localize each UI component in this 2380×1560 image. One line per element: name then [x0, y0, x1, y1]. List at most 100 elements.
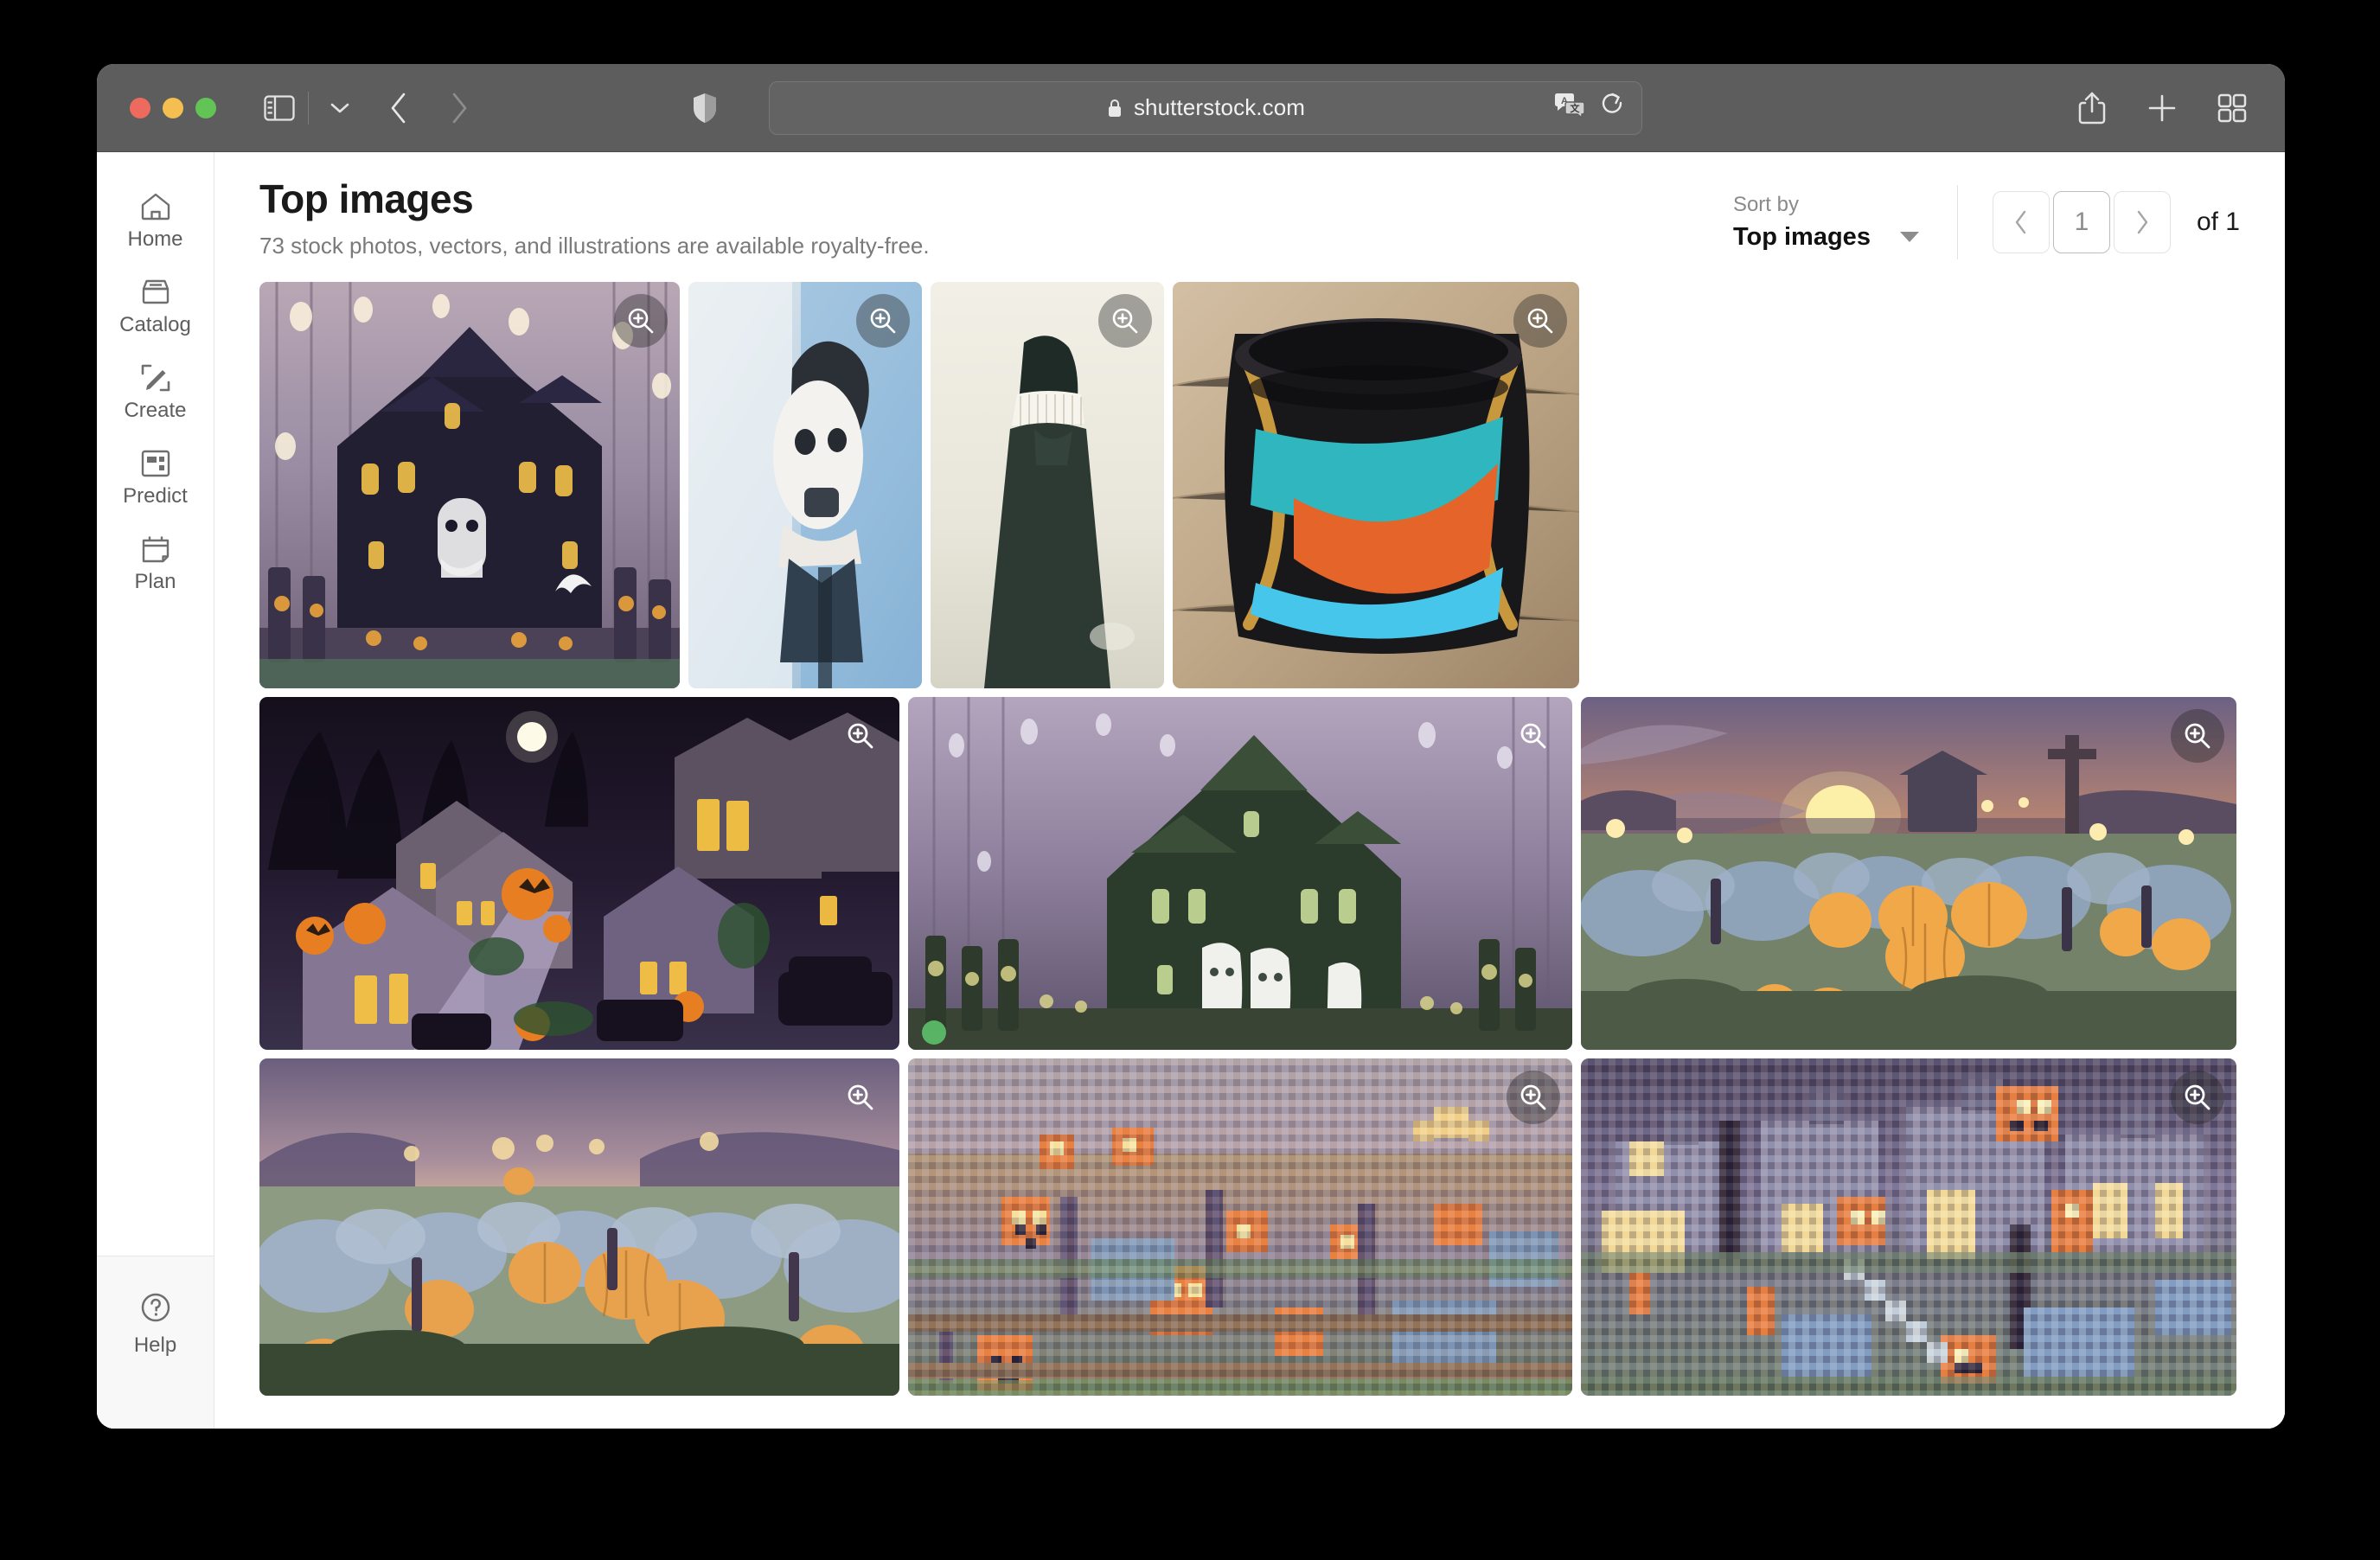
chevron-left-icon[interactable]: [380, 89, 418, 127]
toolbar-right-actions: [2077, 64, 2247, 151]
magnifier-plus-icon: [2185, 1084, 2210, 1110]
archive-box-icon: [139, 276, 172, 309]
zoom-image-button[interactable]: [834, 709, 887, 763]
sidebar-item-label: Help: [133, 1333, 177, 1357]
image-grid-row: [259, 1058, 2240, 1396]
window-traffic-lights: [130, 97, 216, 118]
image-card-halloween-suburban-street-night[interactable]: [259, 697, 899, 1050]
minimize-window-button[interactable]: [163, 97, 183, 118]
reload-icon[interactable]: [1600, 92, 1626, 124]
page-subtitle: 73 stock photos, vectors, and illustrati…: [259, 232, 930, 259]
privacy-shield-icon[interactable]: [686, 89, 724, 127]
image-card-ghost-mask-portrait-blue[interactable]: [688, 282, 922, 688]
sort-by-control[interactable]: Sort by Top images: [1733, 193, 1919, 252]
pagination-page-number: 1: [2074, 208, 2089, 236]
pencil-edit-icon: [139, 361, 172, 394]
toolbar-divider: [308, 91, 309, 125]
image-card-pixelated-halloween-street[interactable]: [1581, 1058, 2236, 1396]
page-title: Top images: [259, 176, 474, 221]
image-card-black-cauldron-teal-orange[interactable]: [1173, 282, 1579, 688]
thumbnail-image: [259, 697, 899, 1050]
question-circle-icon: [139, 1291, 172, 1328]
magnifier-plus-icon: [2185, 723, 2210, 749]
share-icon[interactable]: [2077, 91, 2107, 125]
image-card-haunted-victorian-mansion-crowd[interactable]: [259, 282, 680, 688]
thumbnail-image: [908, 1058, 1572, 1396]
magnifier-plus-icon: [628, 308, 654, 334]
browser-toolbar: shutterstock.com A 文: [97, 64, 2285, 152]
sidebar-item-label: Predict: [123, 484, 188, 508]
sidebar-item-catalog[interactable]: Catalog: [97, 262, 214, 348]
sort-by-value: Top images: [1732, 222, 1871, 251]
page-header-controls: Sort by Top images 1 of 1: [1733, 176, 2240, 259]
translate-icon[interactable]: A 文: [1553, 93, 1586, 123]
pagination-prev-button[interactable]: [1992, 191, 2050, 253]
thumbnail-image: [908, 697, 1572, 1050]
address-bar-url: shutterstock.com: [1133, 94, 1306, 120]
zoom-image-button[interactable]: [834, 1071, 887, 1124]
sidebar-nav-items: Home Catalog Create Predict Plan: [97, 152, 214, 604]
sidebar-item-help[interactable]: Help: [97, 1256, 214, 1429]
zoom-image-button[interactable]: [2171, 709, 2224, 763]
page-header: Top images 73 stock photos, vectors, and…: [214, 152, 2285, 259]
page-body: Home Catalog Create Predict Plan Help To…: [97, 152, 2285, 1429]
sidebar-item-create[interactable]: Create: [97, 348, 214, 433]
magnifier-plus-icon: [1520, 723, 1546, 749]
image-grid: [214, 259, 2285, 1396]
sidebar-item-label: Catalog: [119, 313, 191, 336]
image-card-haunted-house-with-ghosts[interactable]: [908, 697, 1572, 1050]
header-divider: [1956, 185, 1958, 259]
pagination-next-button[interactable]: [2113, 191, 2171, 253]
sidebar-icon[interactable]: [259, 91, 299, 125]
thumbnail-image: [259, 282, 680, 688]
magnifier-plus-icon: [848, 723, 873, 749]
zoom-image-button[interactable]: [856, 294, 910, 348]
image-card-pixelated-pumpkin-patch[interactable]: [908, 1058, 1572, 1396]
sort-by-label: Sort by: [1732, 193, 1799, 217]
zoom-image-button[interactable]: [614, 294, 668, 348]
plus-icon[interactable]: [2146, 93, 2178, 124]
image-grid-row: [259, 697, 2240, 1050]
zoom-image-button[interactable]: [1507, 1071, 1560, 1124]
thumbnail-image: [1581, 1058, 2236, 1396]
lock-icon: [1106, 98, 1123, 118]
image-card-hooded-figure-white-hair[interactable]: [931, 282, 1164, 688]
chevron-right-icon[interactable]: [440, 89, 478, 127]
thumbnail-image: [1581, 697, 2236, 1050]
sidebar-item-label: Plan: [134, 570, 176, 593]
sidebar-item-label: Create: [124, 399, 187, 422]
magnifier-plus-icon: [1520, 1084, 1546, 1110]
home-icon: [139, 190, 172, 223]
thumbnail-image: [1173, 282, 1579, 688]
thumbnail-image: [259, 1058, 899, 1396]
pagination-current-page[interactable]: 1: [2052, 191, 2110, 253]
zoom-window-button[interactable]: [195, 97, 216, 118]
close-window-button[interactable]: [130, 97, 150, 118]
dashboard-layout-icon: [139, 447, 172, 480]
calendar-icon: [139, 533, 172, 566]
zoom-image-button[interactable]: [1098, 294, 1152, 348]
magnifier-plus-icon: [848, 1084, 873, 1110]
main-content: Top images 73 stock photos, vectors, and…: [214, 152, 2285, 1429]
image-card-pumpkin-field-dusk-painting[interactable]: [259, 1058, 899, 1396]
grid-icon[interactable]: [2217, 93, 2247, 123]
zoom-image-button[interactable]: [1507, 709, 1560, 763]
sidebar-item-home[interactable]: Home: [97, 176, 214, 262]
image-grid-row: [259, 282, 2240, 688]
magnifier-plus-icon: [870, 308, 896, 334]
browser-window: shutterstock.com A 文 Home Catalog Create…: [97, 64, 2285, 1429]
pagination: 1 of 1: [1992, 191, 2240, 253]
magnifier-plus-icon: [1527, 308, 1553, 334]
app-sidebar: Home Catalog Create Predict Plan Help: [97, 152, 214, 1429]
pagination-total-label: of 1: [2196, 208, 2240, 236]
sidebar-item-plan[interactable]: Plan: [97, 519, 214, 604]
sidebar-item-predict[interactable]: Predict: [97, 433, 214, 519]
magnifier-plus-icon: [1112, 308, 1138, 334]
image-card-pumpkin-patch-sunset[interactable]: [1581, 697, 2236, 1050]
address-bar[interactable]: shutterstock.com A 文: [769, 80, 1642, 135]
chevron-down-icon[interactable]: [323, 91, 357, 125]
zoom-image-button[interactable]: [2171, 1071, 2224, 1124]
caret-down-icon[interactable]: [1899, 232, 1919, 243]
zoom-image-button[interactable]: [1513, 294, 1567, 348]
